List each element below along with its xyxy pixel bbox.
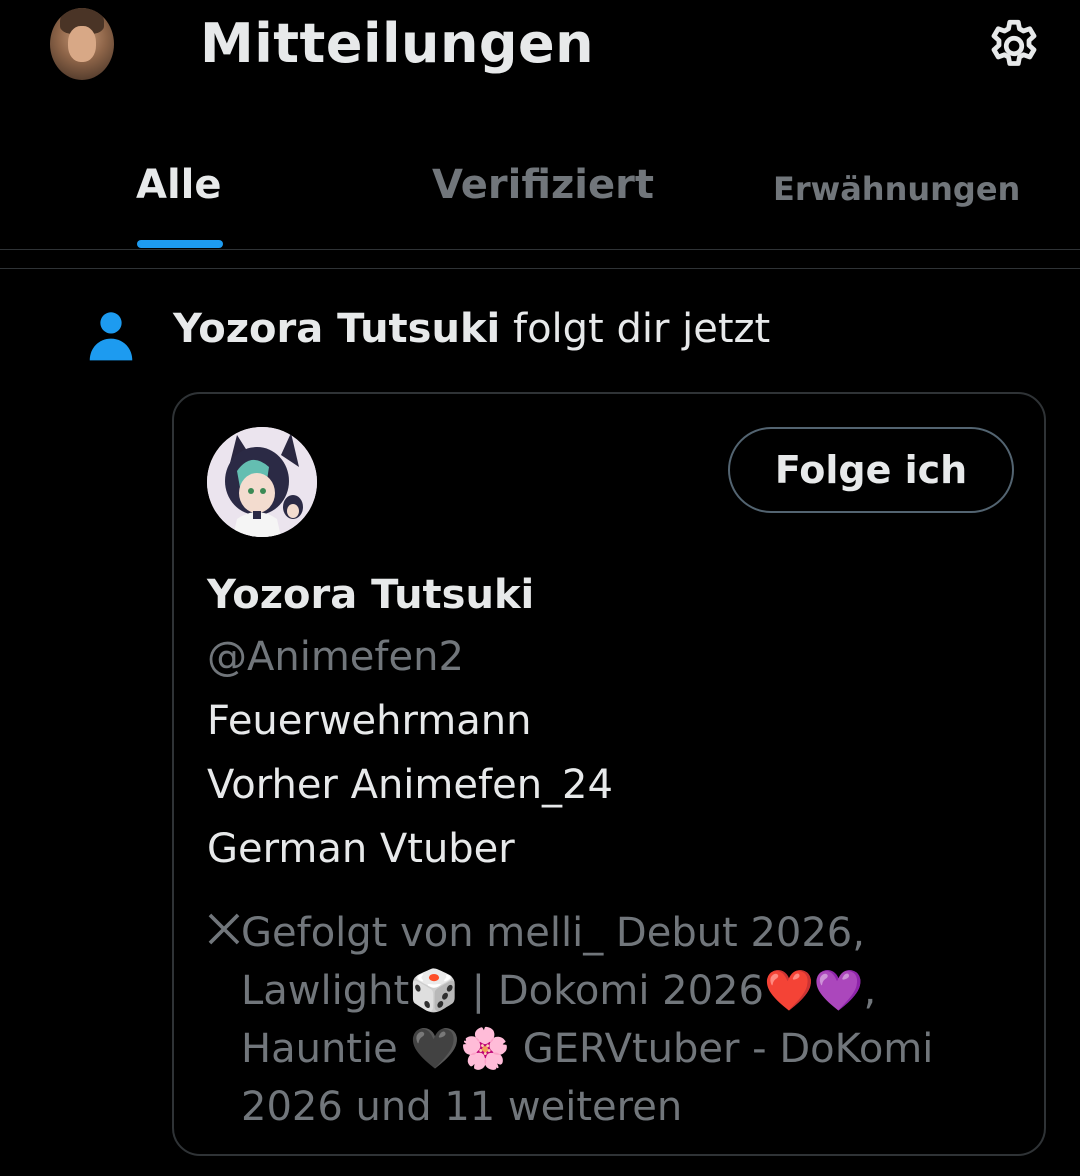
- bio-line: Feuerwehrmann: [207, 698, 532, 744]
- gear-icon[interactable]: [984, 16, 1044, 76]
- tab-bar: Alle Verifiziert Erwähnungen: [0, 140, 1080, 250]
- user-display-name[interactable]: Yozora Tutsuki: [207, 572, 534, 618]
- x-logo-icon: [208, 913, 240, 945]
- bio-line: German Vtuber: [207, 826, 515, 872]
- bio-line: Vorher Animefen_24: [207, 762, 613, 808]
- section-divider: [0, 268, 1080, 269]
- profile-avatar[interactable]: [50, 8, 114, 80]
- notification-actor-name[interactable]: Yozora Tutsuki: [173, 306, 500, 352]
- page-title: Mitteilungen: [200, 12, 595, 75]
- header-bar: Mitteilungen: [0, 0, 1080, 110]
- notification-text: Yozora Tutsuki folgt dir jetzt: [173, 306, 770, 352]
- user-card[interactable]: Folge ich Yozora Tutsuki @Animefen2 Feue…: [172, 392, 1046, 1156]
- person-icon: [89, 312, 133, 361]
- tab-mentions[interactable]: Erwähnungen: [773, 170, 1020, 208]
- tab-verified[interactable]: Verifiziert: [432, 162, 654, 208]
- user-handle: @Animefen2: [207, 634, 464, 680]
- active-tab-indicator: [137, 240, 223, 248]
- tab-all[interactable]: Alle: [136, 162, 222, 208]
- followed-by-text: Gefolgt von melli_ Debut 2026, Lawlight🎲…: [241, 910, 934, 1130]
- following-button[interactable]: Folge ich: [728, 427, 1014, 513]
- user-avatar[interactable]: [207, 427, 317, 537]
- notification-action: folgt dir jetzt: [512, 306, 771, 352]
- tab-divider: [0, 249, 1080, 250]
